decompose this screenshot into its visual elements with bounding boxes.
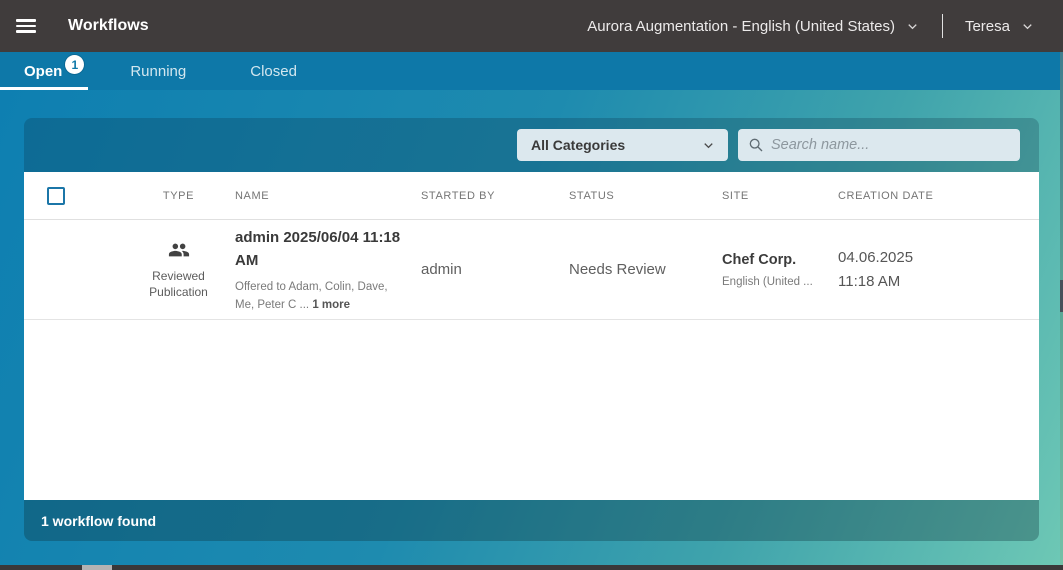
more-participants-link[interactable]: 1 more <box>312 299 350 311</box>
row-name-cell: admin 2025/06/04 11:18 AM Offered to Ada… <box>235 226 421 314</box>
table-header-row: TYPE NAME STARTED BY STATUS SITE CREATIO… <box>24 172 1039 220</box>
site-language: English (United ... <box>722 275 813 288</box>
column-header-creation-date: CREATION DATE <box>838 189 934 202</box>
tab-closed[interactable]: Closed <box>230 52 317 90</box>
select-all-checkbox[interactable] <box>47 186 65 205</box>
filter-bar: All Categories <box>24 118 1039 172</box>
site-name: Chef Corp. <box>722 251 797 268</box>
user-menu[interactable]: Teresa <box>965 18 1035 35</box>
horizontal-scrollbar-thumb[interactable] <box>82 565 112 570</box>
language-selector[interactable]: Aurora Augmentation - English (United St… <box>587 18 920 35</box>
column-header-site: SITE <box>722 189 749 202</box>
user-name: Teresa <box>964 17 1010 35</box>
language-selector-label: Aurora Augmentation - English (United St… <box>587 17 895 35</box>
topbar-divider <box>941 14 943 38</box>
tab-bar: Open 1 Running Closed <box>0 52 1063 90</box>
menu-icon[interactable] <box>16 19 36 33</box>
workflow-table: TYPE NAME STARTED BY STATUS SITE CREATIO… <box>24 172 1039 500</box>
tab-open-label: Open <box>24 62 63 80</box>
card-footer: 1 workflow found <box>24 500 1039 541</box>
search-box <box>738 129 1020 161</box>
row-started-by-cell: admin <box>421 261 462 278</box>
workflow-type-label: Reviewed Publication <box>149 269 208 299</box>
workflow-offered-to: Offered to Adam, Colin, Dave, Me, Peter … <box>235 278 409 314</box>
chevron-down-icon <box>908 23 917 29</box>
tab-closed-label: Closed <box>250 62 297 80</box>
row-site-cell: Chef Corp. English (United ... <box>722 252 838 288</box>
creation-date: 04.06.2025 <box>838 248 914 266</box>
people-icon <box>168 243 189 257</box>
chevron-down-icon <box>704 142 713 148</box>
page-title: Workflows <box>68 17 149 34</box>
column-header-name: NAME <box>235 189 270 202</box>
row-status-cell: Needs Review <box>569 261 666 278</box>
workflow-count-summary: 1 workflow found <box>41 512 157 529</box>
tab-running[interactable]: Running <box>110 52 206 90</box>
workflow-name: admin 2025/06/04 11:18 AM <box>235 228 401 269</box>
main-content: All Categories TYPE NAME STARTED BY STAT… <box>0 90 1063 570</box>
category-dropdown[interactable]: All Categories <box>517 129 728 161</box>
creation-time: 11:18 AM <box>838 272 901 290</box>
row-creation-date-cell: 04.06.2025 11:18 AM <box>838 246 1039 294</box>
chevron-down-icon <box>1023 23 1032 29</box>
tab-running-label: Running <box>130 62 187 80</box>
topbar: Workflows Aurora Augmentation - English … <box>0 0 1063 52</box>
horizontal-scrollbar[interactable] <box>0 565 1063 570</box>
row-type-cell: Reviewed Publication <box>122 239 235 300</box>
column-header-started-by: STARTED BY <box>421 189 496 202</box>
search-icon <box>749 138 763 152</box>
tab-open[interactable]: Open 1 <box>0 52 89 90</box>
column-header-status: STATUS <box>569 189 615 202</box>
search-input[interactable] <box>771 137 1010 153</box>
table-row[interactable]: Reviewed Publication admin 2025/06/04 11… <box>24 220 1039 320</box>
workflow-list-card: All Categories TYPE NAME STARTED BY STAT… <box>24 118 1039 541</box>
tab-open-count-badge: 1 <box>65 55 85 74</box>
column-header-type: TYPE <box>162 189 195 202</box>
category-dropdown-value: All Categories <box>531 137 626 153</box>
